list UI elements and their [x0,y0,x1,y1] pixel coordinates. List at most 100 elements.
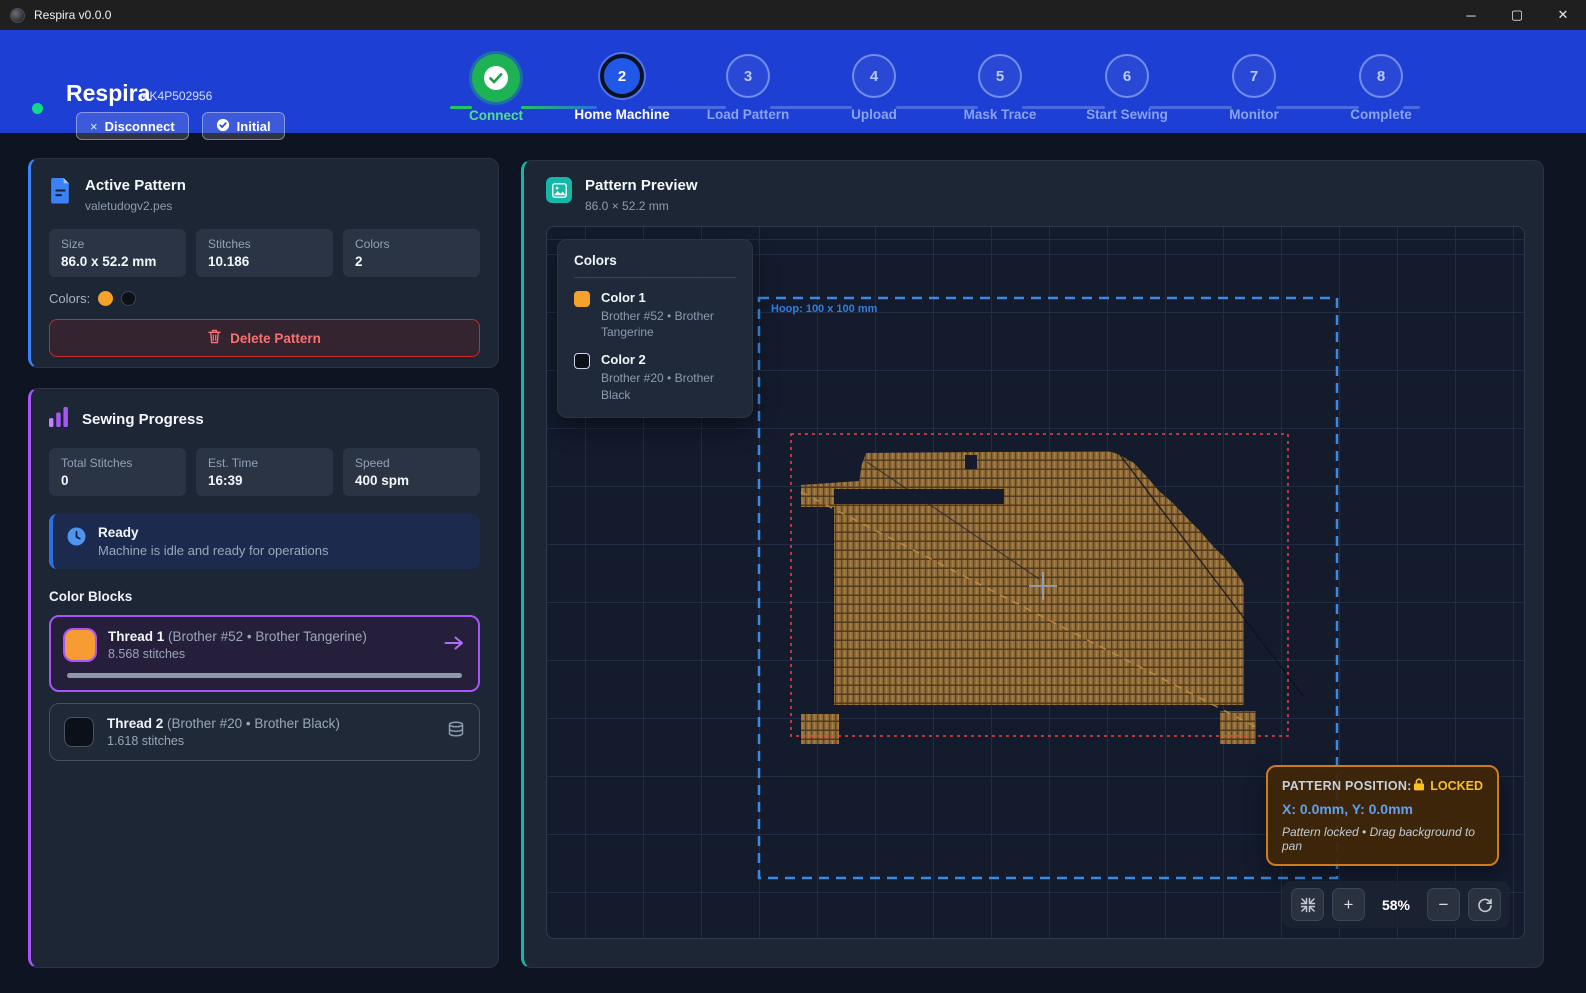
bar-chart-icon [49,407,69,432]
title-bar: Respira v0.0.0 ─ ▢ ✕ [0,0,1586,30]
stat-label: Size [61,237,174,251]
step-number: 4 [870,68,878,85]
close-button[interactable]: ✕ [1540,0,1586,30]
step-mask-trace[interactable]: 5 Mask Trace [945,54,1055,122]
step-label: Load Pattern [707,107,790,122]
preview-canvas[interactable]: Hoop: 100 x 100 mm Colors Color 1 Brothe… [546,226,1525,939]
active-pattern-title: Active Pattern [85,177,186,194]
arrow-right-icon [444,635,464,656]
pattern-position-label: PATTERN POSITION: [1282,779,1412,793]
step-number: 5 [996,68,1004,85]
lock-icon [1413,778,1425,794]
legend-entry-color-1: Color 1 Brother #52 • Brother Tangerine [574,290,736,340]
stat-value: 0 [61,473,174,488]
minimize-button[interactable]: ─ [1448,0,1494,30]
minimize-icon: ─ [1466,8,1475,23]
step-label: Upload [851,107,897,122]
colors-label: Colors: [49,291,90,306]
stat-label: Est. Time [208,456,321,470]
image-icon [546,177,572,203]
pattern-position-overlay: PATTERN POSITION: LOCKED X: 0.0mm, Y: 0.… [1266,765,1499,866]
stat-value: 400 spm [355,473,468,488]
stat-value: 2 [355,254,468,269]
sewing-progress-card: Sewing Progress Total Stitches 0 Est. Ti… [28,388,499,968]
status-text: Machine is idle and ready for operations [98,543,329,558]
legend-title: Colors [574,253,736,278]
thread-1-progress-bar [67,673,462,678]
step-complete[interactable]: 8 Complete [1326,54,1436,122]
preview-title: Pattern Preview [585,177,698,194]
machine-status-banner: Ready Machine is idle and ready for oper… [49,514,480,569]
reset-view-button[interactable] [1468,888,1501,921]
legend-color-brand: Brother #52 • Brother Tangerine [601,308,736,340]
stat-value: 86.0 x 52.2 mm [61,254,174,269]
step-label: Mask Trace [964,107,1037,122]
legend-color-name: Color 2 [601,352,736,367]
status-title: Ready [98,525,329,540]
thread-2-color-swatch [64,717,94,747]
step-number: 8 [1377,68,1385,85]
stat-label: Speed [355,456,468,470]
thread-1-stitches: 8.568 stitches [108,647,367,661]
stepper: Connect 2 Home Machine 3 Load Pattern 4 … [0,30,1586,133]
pattern-filename: valetudogv2.pes [85,199,186,213]
step-home-machine[interactable]: 2 Home Machine [567,54,677,122]
zoom-toolbar: + 58% − [1282,881,1510,928]
color-blocks-label: Color Blocks [49,589,480,604]
step-number: 2 [618,68,626,85]
step-complete-check-icon [472,54,520,102]
stat-value: 16:39 [208,473,321,488]
stat-speed: Speed 400 spm [343,448,480,496]
thread-name: Thread 1 [108,629,164,644]
legend-entry-color-2: Color 2 Brother #20 • Brother Black [574,352,736,402]
thread-2-title: Thread 2 (Brother #20 • Brother Black) [107,716,340,731]
step-label: Start Sewing [1086,107,1168,122]
delete-pattern-label: Delete Pattern [230,331,321,346]
step-number: 6 [1123,68,1131,85]
step-load-pattern[interactable]: 3 Load Pattern [693,54,803,122]
pattern-lock-hint: Pattern locked • Drag background to pan [1282,825,1483,853]
step-label: Home Machine [574,107,669,122]
plus-icon: + [1344,895,1354,915]
pattern-preview-card: Pattern Preview 86.0 × 52.2 mm [521,160,1544,968]
step-start-sewing[interactable]: 6 Start Sewing [1072,54,1182,122]
stat-value: 10.186 [208,254,321,269]
compress-icon [1300,897,1316,913]
database-icon [447,721,465,744]
color-swatch-orange [98,291,113,306]
thread-1-color-swatch [65,630,95,660]
stat-colors: Colors 2 [343,229,480,277]
app-icon [10,8,25,23]
thread-1-row[interactable]: Thread 1 (Brother #52 • Brother Tangerin… [49,615,480,692]
maximize-button[interactable]: ▢ [1494,0,1540,30]
refresh-icon [1477,897,1493,913]
thread-detail: (Brother #20 • Brother Black) [167,716,340,731]
step-connect[interactable]: Connect [441,54,551,123]
step-number: 7 [1250,68,1258,85]
thread-detail: (Brother #52 • Brother Tangerine) [168,629,367,644]
fit-view-button[interactable] [1291,888,1324,921]
close-icon: ✕ [1558,7,1569,23]
hoop-label: Hoop: 100 x 100 mm [771,303,877,315]
clock-icon [67,527,86,551]
zoom-out-button[interactable]: − [1427,888,1460,921]
step-label: Connect [469,108,523,123]
stat-label: Stitches [208,237,321,251]
stat-est-time: Est. Time 16:39 [196,448,333,496]
preview-dimensions: 86.0 × 52.2 mm [585,199,698,213]
maximize-icon: ▢ [1511,7,1523,23]
embroidery-pattern [801,451,1304,744]
thread-2-stitches: 1.618 stitches [107,734,340,748]
step-label: Monitor [1229,107,1279,122]
delete-pattern-button[interactable]: Delete Pattern [49,319,480,357]
thread-2-row[interactable]: Thread 2 (Brother #20 • Brother Black) 1… [49,703,480,761]
legend-color-brand: Brother #20 • Brother Black [601,370,736,402]
pattern-coordinates: X: 0.0mm, Y: 0.0mm [1282,801,1483,817]
legend-color-name: Color 1 [601,290,736,305]
step-number: 3 [744,68,752,85]
thread-1-title: Thread 1 (Brother #52 • Brother Tangerin… [108,629,367,644]
zoom-in-button[interactable]: + [1332,888,1365,921]
window-title: Respira v0.0.0 [34,8,111,22]
step-monitor[interactable]: 7 Monitor [1199,54,1309,122]
step-upload[interactable]: 4 Upload [819,54,929,122]
